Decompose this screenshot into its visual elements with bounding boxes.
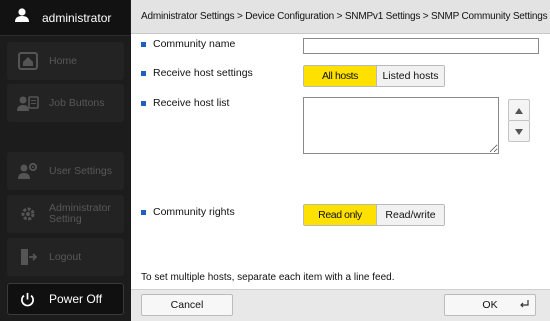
bullet-icon [141,209,146,215]
sidebar-item-user-settings[interactable]: User Settings [7,152,124,190]
listed-hosts-option[interactable]: Listed hosts [376,66,444,86]
admin-settings-icon [17,203,39,225]
triangle-up-icon [515,101,523,119]
sidebar-item-logout[interactable]: Logout [7,238,124,276]
read-only-option[interactable]: Read only [304,205,376,225]
scroll-up-button[interactable] [508,99,530,121]
receive-host-list-textarea[interactable] [303,97,499,154]
hint-text: To set multiple hosts, separate each ite… [141,272,395,283]
community-rights-label: Community rights [141,206,235,218]
community-name-label: Community name [141,38,235,50]
receive-host-settings-label: Receive host settings [141,67,253,79]
scroll-down-button[interactable] [508,120,530,142]
receive-host-list-label: Receive host list [141,97,229,109]
bullet-icon [141,41,146,47]
all-hosts-option[interactable]: All hosts [304,66,376,86]
power-icon [20,292,35,307]
power-off-button[interactable]: Power Off [7,283,124,315]
ok-label: OK [482,299,498,311]
bullet-icon [141,100,146,106]
sidebar: administrator Home Job Buttons User Sett… [0,0,130,321]
job-buttons-icon [17,92,39,114]
username: administrator [42,10,112,25]
receive-host-settings-toggle: All hosts Listed hosts [303,65,445,87]
cancel-button[interactable]: Cancel [141,294,233,316]
user-icon [14,8,30,27]
sidebar-item-label: User Settings [49,164,113,177]
home-icon [17,50,39,72]
sidebar-item-home[interactable]: Home [7,42,124,80]
community-name-input[interactable] [303,38,539,54]
breadcrumb: Administrator Settings > Device Configur… [131,0,550,34]
main-panel: Administrator Settings > Device Configur… [131,0,550,321]
ok-button[interactable]: OK [444,294,536,316]
user-settings-icon [17,160,39,182]
bullet-icon [141,70,146,76]
sidebar-item-label: Logout [49,250,82,263]
sidebar-item-job-buttons[interactable]: Job Buttons [7,84,124,122]
user-bar: administrator [0,0,130,36]
logout-icon [17,246,39,268]
read-write-option[interactable]: Read/write [376,205,444,225]
sidebar-item-administrator-setting[interactable]: Administrator Setting [7,195,124,233]
sidebar-item-label: Home [49,54,78,67]
triangle-down-icon [515,122,523,140]
community-rights-toggle: Read only Read/write [303,204,445,226]
enter-key-icon [519,299,529,311]
power-off-label: Power Off [49,292,103,306]
sidebar-item-label: Job Buttons [49,96,105,109]
sidebar-item-label: Administrator Setting [49,202,111,225]
